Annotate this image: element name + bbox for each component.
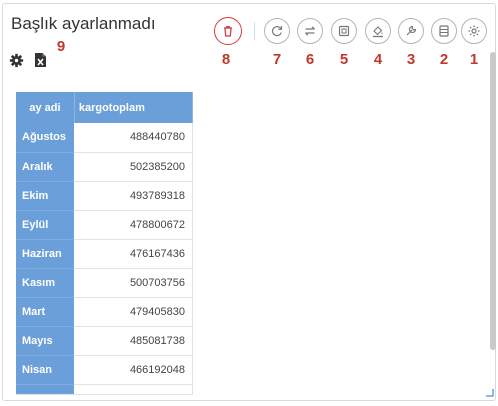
table-row[interactable]: Haziran 476167436 (16, 239, 193, 269)
row-value: 394458844 (74, 384, 193, 394)
row-value: 476167436 (74, 239, 193, 269)
fill-color-button[interactable] (365, 18, 391, 44)
trash-icon (224, 26, 232, 37)
table-view-icon (439, 25, 449, 37)
table-row[interactable]: Kasım 500703756 (16, 268, 193, 298)
table-row[interactable]: Aralık 502385200 (16, 152, 193, 182)
window-button[interactable] (331, 18, 357, 44)
wrench-button[interactable] (398, 18, 424, 44)
swap-button[interactable] (297, 18, 323, 44)
column-header-kargotoplam[interactable]: kargotoplam (74, 92, 193, 123)
resize-handle-icon[interactable] (484, 387, 494, 397)
delete-button[interactable] (214, 17, 242, 45)
widget-title: Başlık ayarlanmadı (11, 14, 156, 33)
row-label: Mayıs (16, 326, 75, 356)
table-row[interactable]: Eylül 478800672 (16, 210, 193, 240)
table-header-row: ay adi kargotoplam (16, 92, 193, 123)
table-row[interactable]: Mayıs 485081738 (16, 326, 193, 356)
table-row[interactable]: Nisan 466192048 (16, 355, 193, 385)
row-value: 478800672 (74, 210, 193, 240)
row-value: 485081738 (74, 326, 193, 356)
table-view-button[interactable] (431, 18, 457, 44)
row-label: Nisan (16, 355, 75, 385)
row-label: Haziran (16, 239, 75, 269)
table-row[interactable]: Ocak394458844 (16, 384, 193, 394)
row-value: 488440780 (74, 123, 193, 153)
window-icon (338, 25, 350, 37)
swap-icon (305, 26, 315, 36)
label-1: 1 (469, 51, 479, 68)
label-8: 8 (221, 51, 231, 68)
label-5: 5 (339, 51, 349, 68)
label-2: 2 (439, 51, 449, 68)
label-4: 4 (373, 51, 383, 68)
table-row[interactable]: Ağustos 488440780 (16, 123, 193, 153)
row-label: Ocak (16, 384, 75, 394)
widget-panel: Başlık ayarlanmadı 8 7 6 5 4 3 2 1 9 ay … (2, 3, 496, 401)
excel-icon[interactable] (34, 52, 47, 68)
data-table: ay adi kargotoplam Ağustos 488440780 Aral… (16, 92, 193, 394)
settings-button[interactable] (461, 18, 487, 44)
settings-small-icon[interactable] (9, 53, 24, 68)
label-6: 6 (305, 51, 315, 68)
row-label: Mart (16, 297, 75, 327)
row-label: Kasım (16, 268, 75, 298)
label-9: 9 (56, 38, 66, 55)
wrench-icon (406, 25, 417, 36)
row-value: 493789318 (74, 181, 193, 211)
toolbar-separator (254, 22, 255, 40)
vertical-scrollbar[interactable] (490, 52, 496, 350)
label-7: 7 (272, 51, 282, 68)
paint-bucket-icon (373, 26, 383, 38)
row-value: 479405830 (74, 297, 193, 327)
column-header-ay-adi[interactable]: ay adi (16, 92, 75, 123)
row-value: 502385200 (74, 152, 193, 182)
table-row[interactable]: Ekim 493789318 (16, 181, 193, 211)
gear-icon (468, 25, 480, 37)
refresh-button[interactable] (264, 18, 290, 44)
table-row[interactable]: Mart 479405830 (16, 297, 193, 327)
row-label: Ekim (16, 181, 75, 211)
refresh-icon (271, 26, 283, 37)
row-label: Ağustos (16, 123, 75, 153)
row-value: 500703756 (74, 268, 193, 298)
row-label: Eylül (16, 210, 75, 240)
label-3: 3 (406, 51, 416, 68)
row-value: 466192048 (74, 355, 193, 385)
row-label: Aralık (16, 152, 75, 182)
data-grid: ay adi kargotoplam Ağustos 488440780 Aral… (16, 92, 193, 395)
